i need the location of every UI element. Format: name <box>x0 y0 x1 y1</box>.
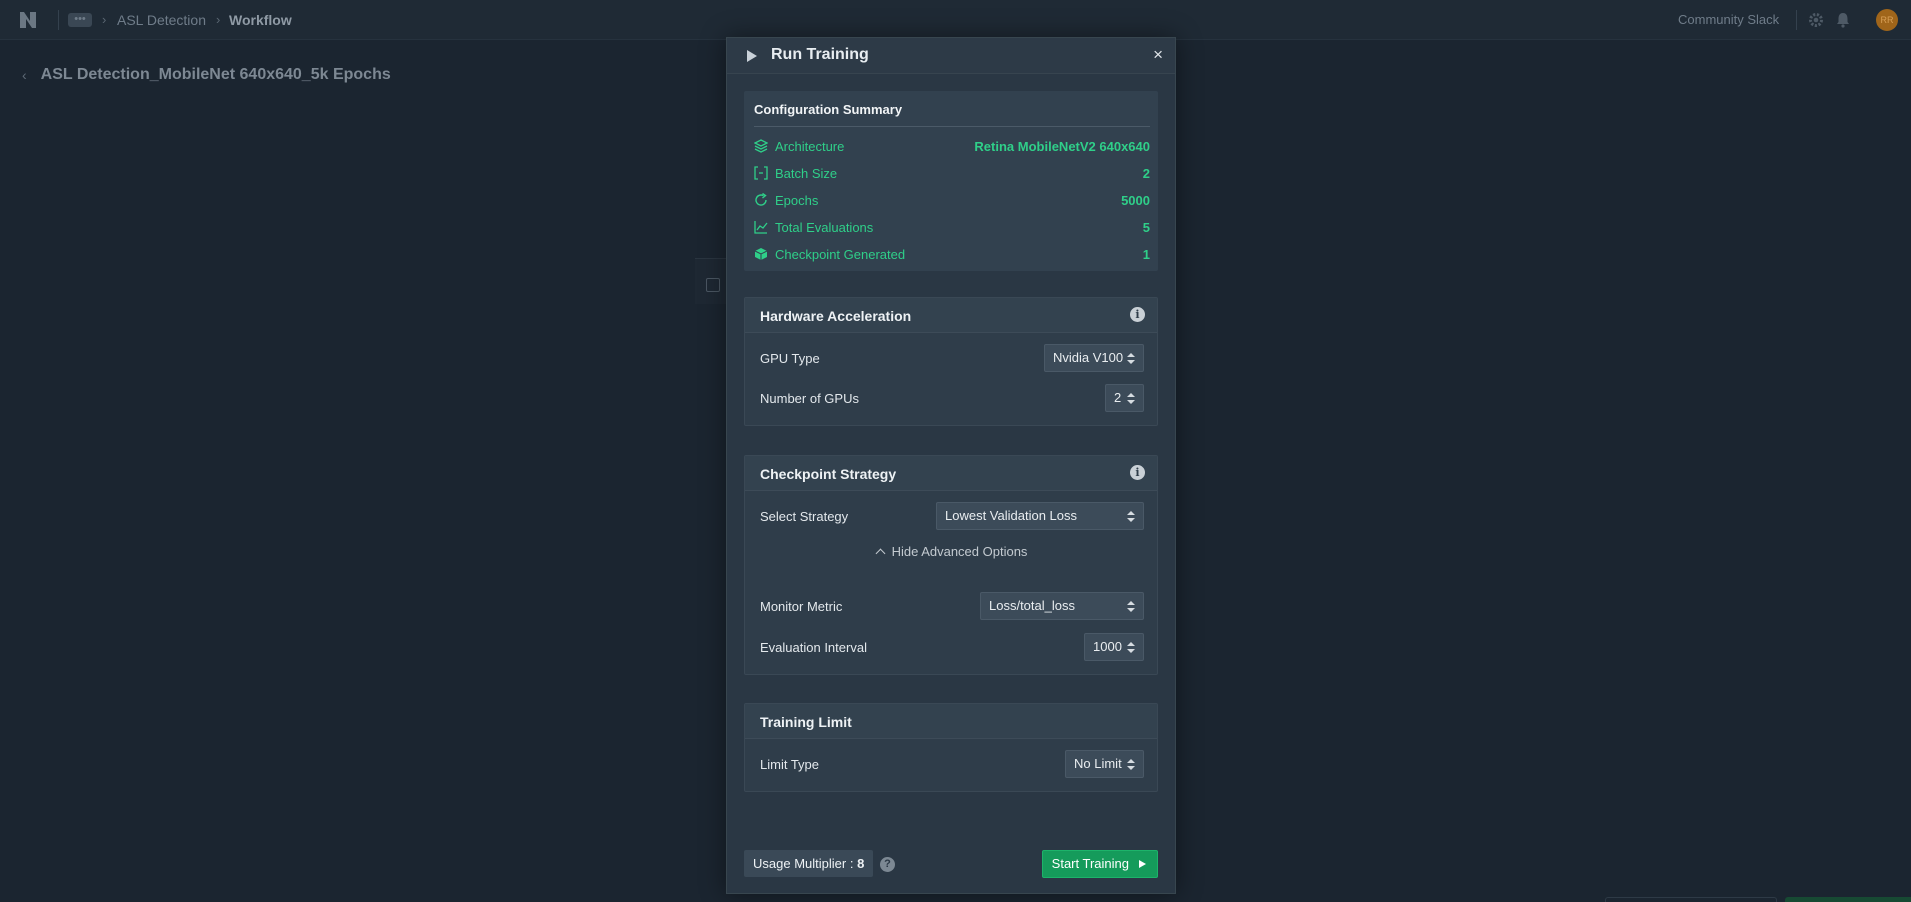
num-gpus-select[interactable]: 2 <box>1105 384 1144 412</box>
training-limit-card: Training Limit Limit Type No Limit <box>744 703 1158 792</box>
evaluation-interval-stepper[interactable]: 1000 <box>1084 633 1144 661</box>
configuration-summary: Configuration Summary Architecture Retin… <box>744 91 1158 271</box>
info-icon[interactable]: i <box>1130 465 1145 480</box>
start-training-label: Start Training <box>1051 856 1129 871</box>
card-title: Checkpoint Strategy <box>760 466 897 482</box>
usage-multiplier-value: 8 <box>857 856 865 871</box>
checkpoint-strategy-card: Checkpoint Strategy i Select Strategy Lo… <box>744 455 1158 675</box>
summary-label: Architecture <box>775 138 845 154</box>
summary-label: Epochs <box>775 192 819 208</box>
hide-advanced-options-toggle[interactable]: Hide Advanced Options <box>745 544 1159 559</box>
limit-type-value: No Limit <box>1074 756 1122 771</box>
num-gpus-label: Number of GPUs <box>760 391 859 406</box>
gpu-type-select[interactable]: Nvidia V100 <box>1044 344 1144 372</box>
refresh-icon <box>755 193 767 206</box>
evaluation-interval-value: 1000 <box>1093 639 1122 654</box>
sort-arrows-icon <box>1127 601 1135 612</box>
limit-type-label: Limit Type <box>760 757 820 772</box>
chart-icon <box>754 221 768 234</box>
run-training-modal: Run Training × Configuration Summary Arc… <box>726 37 1176 894</box>
limit-type-row: Limit Type No Limit <box>760 750 1144 780</box>
user-avatar[interactable]: RR <box>1876 9 1898 31</box>
app-logo-icon[interactable] <box>18 10 38 30</box>
card-title: Training Limit <box>760 714 852 730</box>
modal-header: Run Training × <box>727 38 1175 74</box>
help-icon[interactable]: ? <box>880 857 895 872</box>
sort-arrows-icon <box>1127 642 1135 653</box>
card-title: Hardware Acceleration <box>760 308 912 324</box>
breadcrumb-separator: › <box>216 12 221 27</box>
hardware-acceleration-card: Hardware Acceleration i GPU Type Nvidia … <box>744 297 1158 426</box>
sort-arrows-icon <box>1127 511 1135 522</box>
breadcrumb-workflow: Workflow <box>229 12 292 28</box>
background-button-green <box>1785 897 1911 902</box>
sort-arrows-icon <box>1127 759 1135 770</box>
card-header: Hardware Acceleration i <box>745 298 1157 333</box>
page-header: ‹ ASL Detection_MobileNet 640x640_5k Epo… <box>22 66 391 84</box>
brackets-icon <box>754 166 768 180</box>
strategy-select[interactable]: Lowest Validation Loss <box>936 502 1144 530</box>
summary-row-checkpoint-generated: Checkpoint Generated 1 <box>754 244 1150 264</box>
divider <box>1796 10 1797 30</box>
summary-label: Total Evaluations <box>775 219 874 235</box>
monitor-metric-value: Loss/total_loss <box>989 598 1075 613</box>
breadcrumb-more-button[interactable]: ••• <box>68 13 92 27</box>
background-button <box>1605 897 1777 902</box>
summary-title: Configuration Summary <box>754 102 903 117</box>
modal-title: Run Training <box>771 46 869 63</box>
back-chevron-icon[interactable]: ‹ <box>22 67 27 83</box>
summary-value: 2 <box>1142 165 1150 181</box>
top-bar: ••• › ASL Detection › Workflow Community… <box>0 0 1911 40</box>
advanced-toggle-label: Hide Advanced Options <box>891 544 1028 559</box>
summary-row-architecture: Architecture Retina MobileNetV2 640x640 <box>754 136 1150 156</box>
sort-arrows-icon <box>1127 393 1135 404</box>
summary-value: Retina MobileNetV2 640x640 <box>974 138 1150 154</box>
monitor-metric-label: Monitor Metric <box>760 599 843 614</box>
strategy-value: Lowest Validation Loss <box>945 508 1078 523</box>
chevron-up-icon <box>875 548 886 559</box>
settings-gear-icon[interactable] <box>1807 11 1825 29</box>
close-icon[interactable]: × <box>1153 45 1163 65</box>
summary-row-epochs: Epochs 5000 <box>754 190 1150 210</box>
gpu-type-row: GPU Type Nvidia V100 <box>760 344 1144 374</box>
summary-row-total-evaluations: Total Evaluations 5 <box>754 217 1150 237</box>
play-icon <box>747 50 757 62</box>
gpu-type-value: Nvidia V100 <box>1053 350 1124 365</box>
summary-label: Checkpoint Generated <box>775 246 906 262</box>
divider <box>754 126 1150 127</box>
divider <box>58 10 59 30</box>
monitor-metric-row: Monitor Metric Loss/total_loss <box>760 592 1144 622</box>
usage-multiplier-badge: Usage Multiplier : 8 <box>744 850 874 877</box>
num-gpus-value: 2 <box>1114 390 1122 405</box>
gpu-type-label: GPU Type <box>760 351 820 366</box>
page-title: ASL Detection_MobileNet 640x640_5k Epoch… <box>40 66 391 83</box>
info-icon[interactable]: i <box>1130 307 1145 322</box>
breadcrumb-separator: › <box>102 12 107 27</box>
summary-row-batch-size: Batch Size 2 <box>754 163 1150 183</box>
card-header: Training Limit <box>745 704 1157 739</box>
card-header: Checkpoint Strategy i <box>745 456 1157 491</box>
limit-type-select[interactable]: No Limit <box>1065 750 1144 778</box>
summary-value: 5000 <box>1121 192 1150 208</box>
evaluation-interval-label: Evaluation Interval <box>760 640 867 655</box>
sort-arrows-icon <box>1127 353 1135 364</box>
panel-icon <box>706 278 720 292</box>
cube-icon <box>754 248 768 260</box>
monitor-metric-select[interactable]: Loss/total_loss <box>980 592 1144 620</box>
summary-value: 5 <box>1142 219 1150 235</box>
usage-multiplier-label: Usage Multiplier : <box>753 856 854 871</box>
play-icon <box>1139 860 1146 868</box>
summary-label: Batch Size <box>775 165 838 181</box>
layers-icon <box>754 139 768 153</box>
evaluation-interval-row: Evaluation Interval 1000 <box>760 633 1144 663</box>
select-strategy-row: Select Strategy Lowest Validation Loss <box>760 502 1144 532</box>
community-slack-link[interactable]: Community Slack <box>1678 12 1779 27</box>
breadcrumb-project[interactable]: ASL Detection <box>117 12 206 28</box>
notification-bell-icon[interactable] <box>1834 11 1852 29</box>
num-gpus-row: Number of GPUs 2 <box>760 384 1144 414</box>
strategy-label: Select Strategy <box>760 509 849 524</box>
summary-value: 1 <box>1142 246 1150 262</box>
start-training-button[interactable]: Start Training <box>1041 850 1158 878</box>
